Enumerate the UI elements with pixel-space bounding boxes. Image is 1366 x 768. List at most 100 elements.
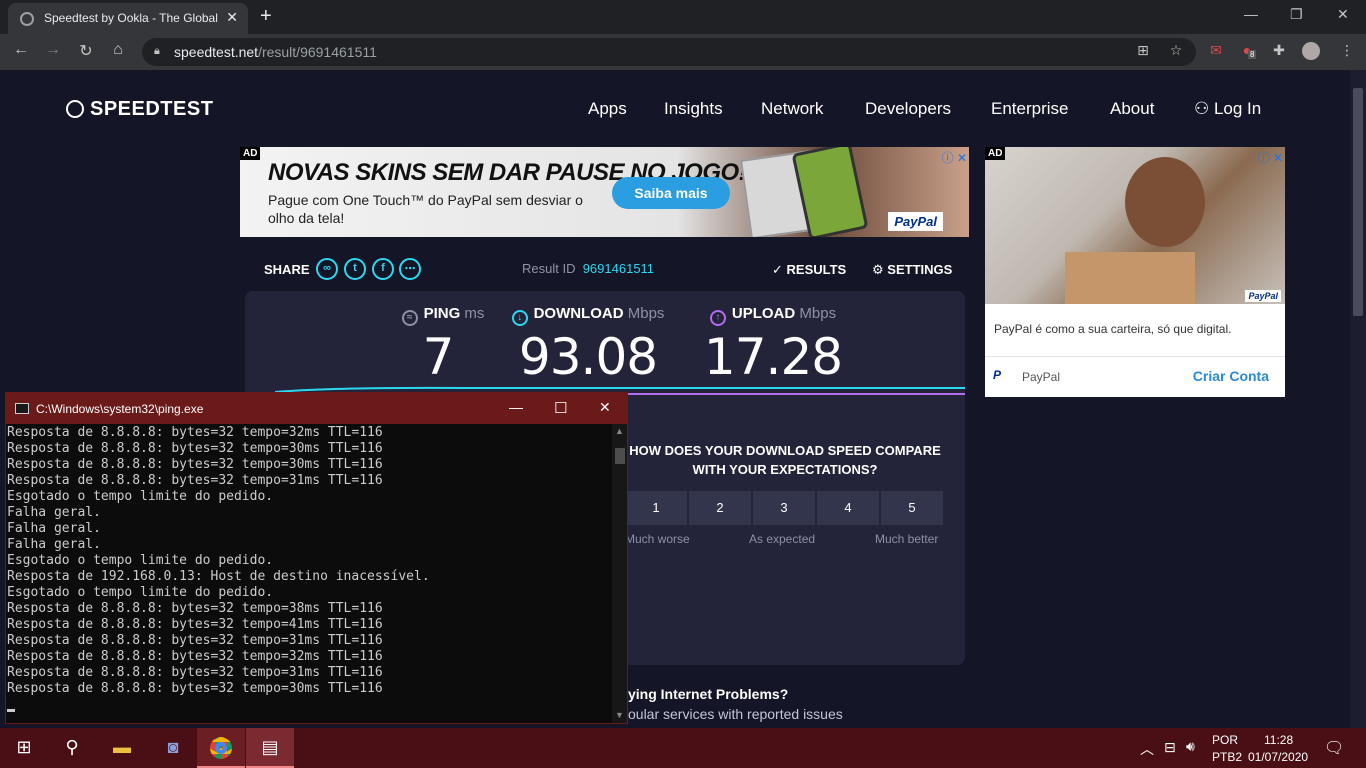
console-line: Falha geral. xyxy=(7,521,101,536)
share-bar: SHARE ∞ t f ⋯ Result ID 9691461511 ✓ RES… xyxy=(264,258,964,284)
problems-title[interactable]: ying Internet Problems? xyxy=(628,686,788,702)
rating-mid-label: As expected xyxy=(749,532,816,546)
chrome-icon[interactable] xyxy=(197,728,245,768)
reload-icon[interactable]: ↻ xyxy=(75,41,97,61)
result-id-value[interactable]: 9691461511 xyxy=(583,261,654,276)
console-output[interactable]: Resposta de 8.8.8.8: bytes=32 tempo=32ms… xyxy=(6,424,612,723)
nav-login[interactable]: ⚇ Log In xyxy=(1194,99,1261,119)
translate-icon[interactable]: ⊞ xyxy=(1134,42,1152,60)
nav-network[interactable]: Network xyxy=(761,99,823,119)
browser-tabbar: Speedtest by Ookla - The Global ✕ + — ❐ … xyxy=(0,0,1366,34)
window-minimize-button[interactable]: — xyxy=(1244,6,1258,22)
language-primary[interactable]: POR xyxy=(1212,733,1238,747)
home-icon[interactable]: ⌂ xyxy=(107,41,129,59)
ping-unit: ms xyxy=(464,305,485,322)
new-tab-button[interactable]: + xyxy=(260,5,272,28)
rating-2-button[interactable]: 2 xyxy=(689,491,751,525)
ad-photo-box xyxy=(1065,252,1195,304)
search-icon[interactable]: ⚲ xyxy=(48,728,96,768)
tab-close-icon[interactable]: ✕ xyxy=(226,9,238,26)
nav-developers[interactable]: Developers xyxy=(865,99,951,119)
volume-icon[interactable]: 🔊︎ xyxy=(1186,738,1195,755)
back-arrow-icon[interactable]: ← xyxy=(10,41,32,59)
profile-avatar[interactable] xyxy=(1302,42,1320,60)
discord-icon[interactable]: ◙ xyxy=(149,728,197,768)
console-line: Resposta de 8.8.8.8: bytes=32 tempo=31ms… xyxy=(7,473,383,488)
ad-saiba-mais-button[interactable]: Saiba mais xyxy=(612,177,730,209)
ping-console-window[interactable]: C:\Windows\system32\ping.exe — ☐ ✕ Respo… xyxy=(5,392,628,724)
nav-about[interactable]: About xyxy=(1110,99,1154,119)
console-line: Esgotado o tempo limite do pedido. xyxy=(7,489,274,504)
console-maximize-button[interactable]: ☐ xyxy=(554,399,567,417)
upload-label: UPLOAD xyxy=(731,305,796,322)
share-label: SHARE xyxy=(264,262,310,277)
extensions-puzzle-icon[interactable]: ✚ xyxy=(1270,42,1288,60)
rating-3-button[interactable]: 3 xyxy=(753,491,815,525)
rating-1-button[interactable]: 1 xyxy=(625,491,687,525)
file-explorer-icon[interactable]: ▬ xyxy=(98,728,146,768)
rating-4-button[interactable]: 4 xyxy=(817,491,879,525)
tray-chevron-icon[interactable]: ︿ xyxy=(1140,739,1154,759)
console-icon xyxy=(15,403,29,414)
banner-ad[interactable]: AD NOVAS SKINS SEM DAR PAUSE NO JOGO! Pa… xyxy=(240,147,969,237)
ad-choices-icon[interactable]: ⓘ ✕ xyxy=(942,149,967,166)
clock-date[interactable]: 01/07/2020 xyxy=(1248,750,1308,764)
console-scrollbar-thumb[interactable] xyxy=(615,448,625,464)
twitter-icon[interactable]: t xyxy=(344,258,366,280)
rating-low-label: Much worse xyxy=(625,532,690,546)
ad-photo-paypal-logo: PayPal xyxy=(1245,290,1281,302)
console-title: C:\Windows\system32\ping.exe xyxy=(36,402,204,416)
clock-time[interactable]: 11:28 xyxy=(1264,733,1293,747)
tab-speedtest[interactable]: Speedtest by Ookla - The Global ✕ xyxy=(8,3,248,34)
results-button[interactable]: ✓ RESULTS xyxy=(772,262,846,278)
upload-value: 17.28 xyxy=(703,328,843,386)
window-close-button[interactable]: ✕ xyxy=(1337,6,1349,23)
console-minimize-button[interactable]: — xyxy=(509,399,523,415)
ping-metric: ≈ PING ms 7 xyxy=(383,305,503,386)
user-icon: ⚇ xyxy=(1194,99,1214,118)
menu-kebab-icon[interactable]: ⋮ xyxy=(1338,42,1356,60)
console-close-button[interactable]: ✕ xyxy=(599,399,611,416)
download-value: 93.08 xyxy=(518,328,658,386)
console-line: Resposta de 8.8.8.8: bytes=32 tempo=38ms… xyxy=(7,601,383,616)
console-titlebar[interactable]: C:\Windows\system32\ping.exe — ☐ ✕ xyxy=(6,393,627,424)
download-arrow-icon: ↓ xyxy=(511,310,528,326)
address-bar[interactable]: 🔒︎ speedtest.net/result/9691461511 xyxy=(142,38,1196,66)
bookmark-star-icon[interactable]: ☆ xyxy=(1167,42,1185,60)
page-scrollbar-thumb[interactable] xyxy=(1353,88,1363,316)
survey-ratings: 1 2 3 4 5 xyxy=(625,491,945,525)
link-icon[interactable]: ∞ xyxy=(316,258,338,280)
console-scroll-up-icon[interactable]: ▲ xyxy=(615,426,624,436)
window-restore-button[interactable]: ❐ xyxy=(1290,6,1303,23)
settings-label: SETTINGS xyxy=(887,262,953,277)
extension-mail-icon[interactable]: ✉ xyxy=(1207,42,1225,60)
nav-apps[interactable]: Apps xyxy=(588,99,627,119)
browser-toolbar: ← → ↻ ⌂ 🔒︎ speedtest.net/result/96914615… xyxy=(0,34,1366,70)
result-id: Result ID 9691461511 xyxy=(522,261,654,276)
side-ad[interactable]: PayPal AD ⓘ ✕ PayPal é como a sua cartei… xyxy=(985,147,1285,397)
criar-conta-button[interactable]: Criar Conta xyxy=(1193,368,1269,384)
console-line: Resposta de 8.8.8.8: bytes=32 tempo=31ms… xyxy=(7,665,383,680)
forward-arrow-icon[interactable]: → xyxy=(42,41,64,59)
more-options-icon[interactable]: ⋯ xyxy=(399,258,421,280)
console-scrollbar[interactable]: ▲ ▼ xyxy=(612,424,627,723)
speedtest-logo[interactable]: SPEEDTEST xyxy=(66,98,213,121)
extension-red-icon[interactable]: ● 8 xyxy=(1238,42,1257,60)
settings-button[interactable]: ⚙ SETTINGS xyxy=(872,262,952,278)
console-line: Falha geral. xyxy=(7,505,101,520)
survey-question: HOW DOES YOUR DOWNLOAD SPEED COMPARE WIT… xyxy=(629,443,941,477)
console-taskbar-icon[interactable]: ▤ xyxy=(246,728,294,768)
side-ad-choices-icon[interactable]: ⓘ ✕ xyxy=(1258,149,1283,166)
nav-insights[interactable]: Insights xyxy=(664,99,723,119)
language-secondary[interactable]: PTB2 xyxy=(1212,750,1242,764)
nav-enterprise[interactable]: Enterprise xyxy=(991,99,1068,119)
download-unit: Mbps xyxy=(627,305,665,322)
console-line: Resposta de 8.8.8.8: bytes=32 tempo=32ms… xyxy=(7,425,383,440)
rating-5-button[interactable]: 5 xyxy=(881,491,943,525)
facebook-icon[interactable]: f xyxy=(372,258,394,280)
console-scroll-down-icon[interactable]: ▼ xyxy=(615,710,624,720)
network-icon[interactable]: ⊟ xyxy=(1164,739,1176,756)
notifications-icon[interactable]: 🗨︎ xyxy=(1324,738,1344,758)
page-scrollbar[interactable] xyxy=(1350,70,1366,728)
start-windows-icon[interactable]: ⊞ xyxy=(0,728,48,768)
